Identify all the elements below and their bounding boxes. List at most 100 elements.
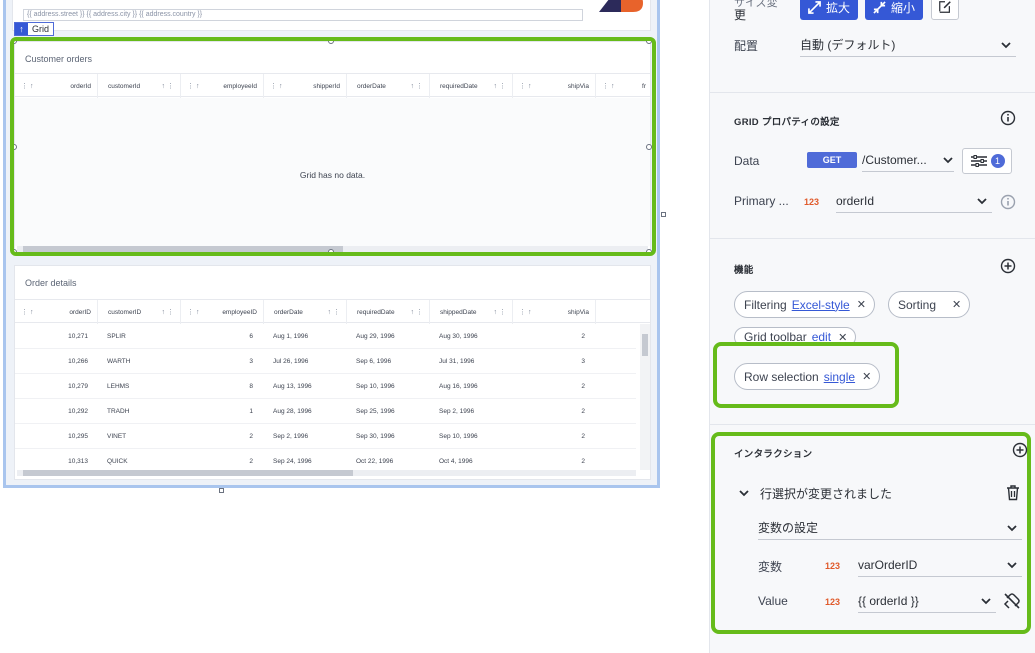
column-header-shipperid[interactable]: ⋮ ↑ shipperId (264, 74, 347, 98)
unlink-icon[interactable] (1003, 592, 1021, 610)
value-select[interactable]: {{ orderId }} (858, 589, 996, 613)
column-header-freight[interactable]: ⋮ ↑ fr (596, 74, 652, 98)
column-header-customerid[interactable]: customerID ↑ ⋮ (98, 300, 181, 324)
remove-icon[interactable]: ✕ (862, 370, 871, 383)
sort-icon[interactable]: ↑ ⋮ (494, 308, 506, 316)
variable-select[interactable]: varOrderID (858, 553, 1022, 577)
chip-value-link[interactable]: Excel-style (792, 298, 850, 312)
table-cell: 1 (249, 408, 253, 415)
column-menu-icon[interactable]: ⋮ ↑ (519, 308, 531, 316)
column-header-employeeid[interactable]: ⋮ ↑ employeeId (181, 74, 264, 98)
sort-icon[interactable]: ↑ ⋮ (494, 82, 506, 90)
sort-icon[interactable]: ↑ ⋮ (162, 308, 174, 316)
add-interaction-icon[interactable] (1012, 442, 1028, 458)
table-cell: 2 (581, 433, 585, 440)
table-row[interactable]: 10,292 TRADH 1 Aug 28, 1996 Sep 25, 1996 Sep … (15, 399, 636, 424)
sort-icon[interactable]: ↑ ⋮ (162, 82, 174, 90)
column-header-orderid[interactable]: ⋮ ↑ orderID (15, 300, 98, 324)
resize-handle[interactable] (646, 38, 652, 44)
column-header-customerid[interactable]: customerId ↑ ⋮ (98, 74, 181, 98)
column-header-orderdate[interactable]: orderDate ↑ ⋮ (347, 74, 430, 98)
info-icon[interactable] (1000, 194, 1016, 210)
column-header-requireddate[interactable]: requiredDate ↑ ⋮ (347, 300, 430, 324)
customer-orders-grid[interactable]: Customer orders ⋮ ↑ orderId customerId ↑ ⋮… (14, 41, 651, 253)
data-source-select[interactable]: /Customer... (862, 148, 954, 172)
info-icon[interactable] (1000, 110, 1016, 126)
app-canvas: {{ address.street }} {{ address.city }} … (0, 0, 709, 653)
column-menu-icon[interactable]: ⋮ ↑ (519, 82, 531, 90)
table-row[interactable]: 10,295 VINET 2 Sep 2, 1996 Sep 30, 1996 Sep 1… (15, 424, 636, 449)
primary-key-select[interactable]: orderId (836, 189, 992, 213)
grid-selection-tag[interactable]: ↑ Grid (14, 22, 55, 36)
resize-handle[interactable] (11, 144, 17, 150)
horizontal-scrollbar[interactable] (17, 470, 636, 476)
select-parent-icon[interactable]: ↑ (15, 23, 28, 35)
delete-icon[interactable] (1005, 484, 1021, 501)
placement-select[interactable]: 自動 (デフォルト) (800, 33, 1016, 57)
divider (710, 92, 1035, 93)
scrollbar-thumb[interactable] (642, 334, 648, 356)
divider (710, 238, 1035, 239)
grid-title: Order details (25, 278, 77, 288)
sort-icon[interactable]: ↑ ⋮ (411, 308, 423, 316)
add-feature-icon[interactable] (1000, 258, 1016, 274)
remove-icon[interactable]: ✕ (952, 298, 961, 311)
order-details-grid[interactable]: Order details ⋮ ↑ orderID customerID ↑ ⋮ ⋮… (14, 265, 651, 480)
column-menu-icon[interactable]: ⋮ ↑ (602, 82, 614, 90)
sort-icon[interactable]: ↑ ⋮ (328, 308, 340, 316)
column-header-requireddate[interactable]: requiredDate ↑ ⋮ (430, 74, 513, 98)
chip-value-link[interactable]: single (824, 370, 855, 384)
table-cell: 2 (581, 333, 585, 340)
column-header-orderdate[interactable]: orderDate ↑ ⋮ (264, 300, 347, 324)
data-label: Data (734, 154, 760, 168)
feature-chip-sorting[interactable]: Sorting ✕ (888, 291, 971, 318)
table-cell: LEHMS (107, 383, 130, 390)
feature-chip-row-selection[interactable]: Row selection single ✕ (734, 363, 881, 390)
column-menu-icon[interactable]: ⋮ ↑ (21, 82, 33, 90)
edit-button[interactable] (931, 0, 959, 20)
table-cell: Aug 16, 1996 (439, 383, 478, 390)
table-row[interactable]: 10,279 LEHMS 8 Aug 13, 1996 Sep 10, 1996 Aug … (15, 374, 636, 399)
resize-handle[interactable] (646, 144, 652, 150)
resize-handle[interactable] (646, 249, 652, 255)
table-row[interactable]: 10,313 QUICK 2 Sep 24, 1996 Oct 22, 1996 Oct … (15, 449, 636, 470)
column-menu-icon[interactable]: ⋮ ↑ (21, 308, 33, 316)
filter-settings-button[interactable]: 1 (962, 148, 1012, 174)
resize-handle[interactable] (11, 38, 17, 44)
column-header-shipvia[interactable]: ⋮ ↑ shipVia (513, 74, 596, 98)
features-header: 機能 (734, 265, 754, 276)
resize-handle[interactable] (328, 38, 334, 44)
action-select[interactable]: 変数の設定 (758, 516, 1022, 540)
column-header-shippeddate[interactable]: shippedDate ↑ ⋮ (430, 300, 513, 324)
resize-handle[interactable] (661, 212, 666, 217)
address-card[interactable]: {{ address.street }} {{ address.city }} … (12, 0, 651, 31)
table-cell: 10,292 (68, 408, 88, 415)
value-label: Value (758, 594, 788, 608)
column-menu-icon[interactable]: ⋮ ↑ (270, 82, 282, 90)
table-row[interactable]: 10,271 SPLIR 6 Aug 1, 1996 Aug 29, 1996 Aug 3… (15, 324, 636, 349)
column-header-shipvia[interactable]: ⋮ ↑ shipVia (513, 300, 596, 324)
table-cell: TRADH (107, 408, 130, 415)
scrollbar-thumb[interactable] (23, 246, 343, 252)
column-menu-icon[interactable]: ⋮ ↑ (187, 308, 199, 316)
feature-chip-filtering[interactable]: Filtering Excel-style ✕ (734, 291, 875, 318)
table-cell: 2 (581, 383, 585, 390)
remove-icon[interactable]: ✕ (857, 298, 866, 311)
expand-button[interactable]: 拡大 (800, 0, 859, 20)
vertical-scrollbar[interactable] (640, 324, 650, 470)
column-header-extra[interactable] (596, 300, 652, 324)
scrollbar-thumb[interactable] (23, 470, 353, 476)
sort-icon[interactable]: ↑ ⋮ (411, 82, 423, 90)
table-row[interactable]: 10,266 WARTH 3 Jul 26, 1996 Sep 6, 1996 Jul 3… (15, 349, 636, 374)
shrink-button[interactable]: 縮小 (865, 0, 924, 20)
resize-handle[interactable] (11, 249, 17, 255)
column-header-employeeid[interactable]: ⋮ ↑ employeeID (181, 300, 264, 324)
table-cell: Aug 1, 1996 (273, 333, 309, 340)
column-menu-icon[interactable]: ⋮ ↑ (187, 82, 199, 90)
resize-handle[interactable] (219, 488, 224, 493)
resize-handle[interactable] (328, 249, 334, 255)
column-header-orderid[interactable]: ⋮ ↑ orderId (15, 74, 98, 98)
interactions-header: インタラクション (734, 449, 813, 460)
table-cell: 2 (581, 408, 585, 415)
collapse-chevron-icon[interactable] (738, 487, 750, 499)
